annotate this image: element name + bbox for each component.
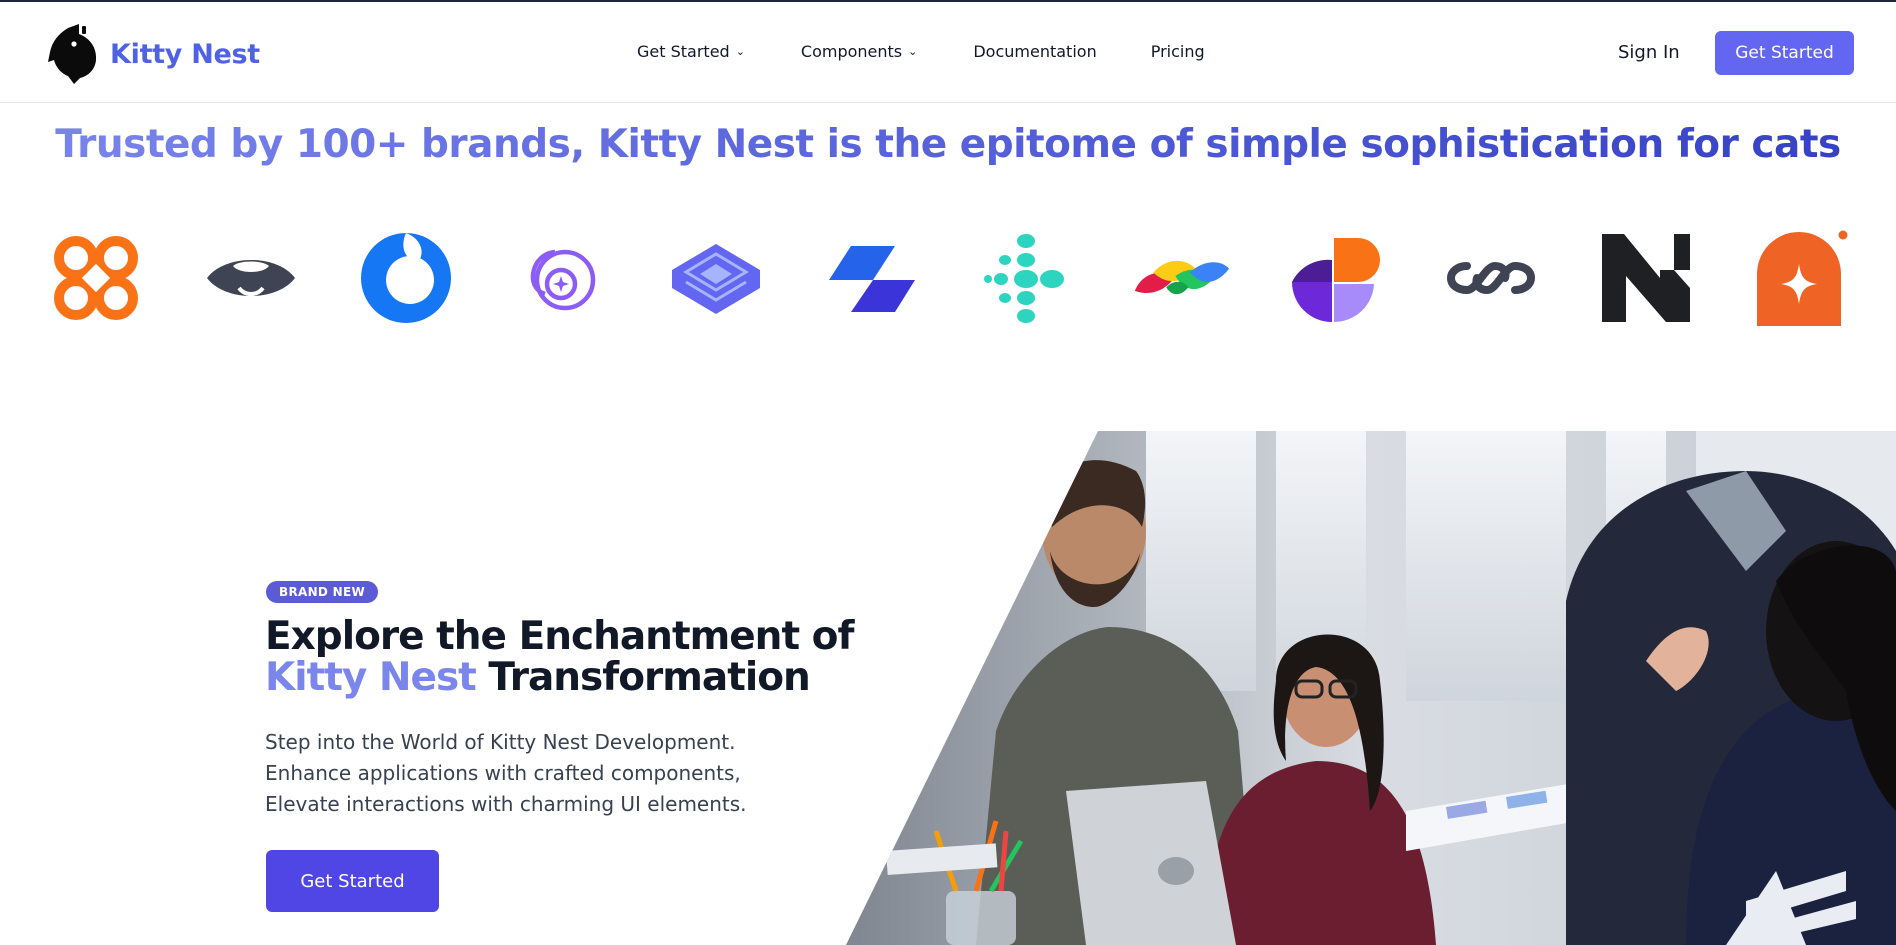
brand-logo-row [48, 230, 1848, 330]
purple-spiral-logo [513, 230, 609, 326]
dark-eye-logo [203, 230, 299, 326]
nav-documentation[interactable]: Documentation [973, 42, 1096, 61]
hero-title-rest: Transformation [488, 655, 810, 700]
nav-components[interactable]: Components ⌄ [801, 42, 917, 61]
hero-description-line: Elevate interactions with charming UI el… [265, 792, 747, 816]
chevron-down-icon: ⌄ [735, 45, 745, 58]
hero-description: Step into the World of Kitty Nest Develo… [265, 727, 825, 820]
hero-description-line: Step into the World of Kitty Nest Develo… [265, 730, 736, 754]
colorful-leaves-logo [1133, 230, 1229, 326]
dark-chain-logo [1443, 230, 1539, 326]
teal-dots-logo [978, 230, 1074, 326]
nav-item-label: Get Started [637, 42, 730, 61]
indigo-layers-logo [668, 230, 764, 326]
black-n-logo [1598, 230, 1694, 326]
main-menu: Get Started ⌄ Components ⌄ Documentation… [637, 42, 1205, 61]
brand-link[interactable]: Kitty Nest [48, 24, 260, 84]
top-navigation: Kitty Nest Get Started ⌄ Components ⌄ Do… [0, 2, 1896, 103]
trust-headline: Trusted by 100+ brands, Kitty Nest is th… [0, 122, 1896, 167]
nav-get-started[interactable]: Get Started ⌄ [637, 42, 745, 61]
nav-item-label: Documentation [973, 42, 1097, 61]
blue-parallelogram-logo [823, 230, 919, 326]
blue-ring-logo [358, 230, 454, 326]
cat-silhouette-icon [48, 24, 97, 84]
brand-name: Kitty Nest [110, 38, 260, 70]
nav-item-label: Pricing [1150, 42, 1205, 61]
purple-orange-petals-logo [1288, 230, 1384, 326]
team-meeting-photo [846, 431, 1896, 945]
chevron-down-icon: ⌄ [908, 45, 918, 58]
nav-item-label: Components [800, 42, 903, 61]
nav-pricing[interactable]: Pricing [1151, 42, 1205, 61]
orange-quatrefoil-logo [48, 230, 144, 326]
sign-in-link[interactable]: Sign In [1618, 42, 1680, 63]
hero-description-line: Enhance applications with crafted compon… [265, 761, 741, 785]
hero-title-accent: Kitty Nest [265, 655, 477, 700]
hero-get-started-button[interactable]: Get Started [266, 850, 439, 912]
hero-title-line1: Explore the Enchantment of [265, 614, 854, 659]
orange-star-logo [1753, 230, 1849, 326]
brand-new-badge: BRAND NEW [266, 581, 379, 603]
hero-title: Explore the Enchantment of Kitty Nest Tr… [265, 614, 854, 700]
nav-get-started-button[interactable]: Get Started [1715, 31, 1854, 75]
